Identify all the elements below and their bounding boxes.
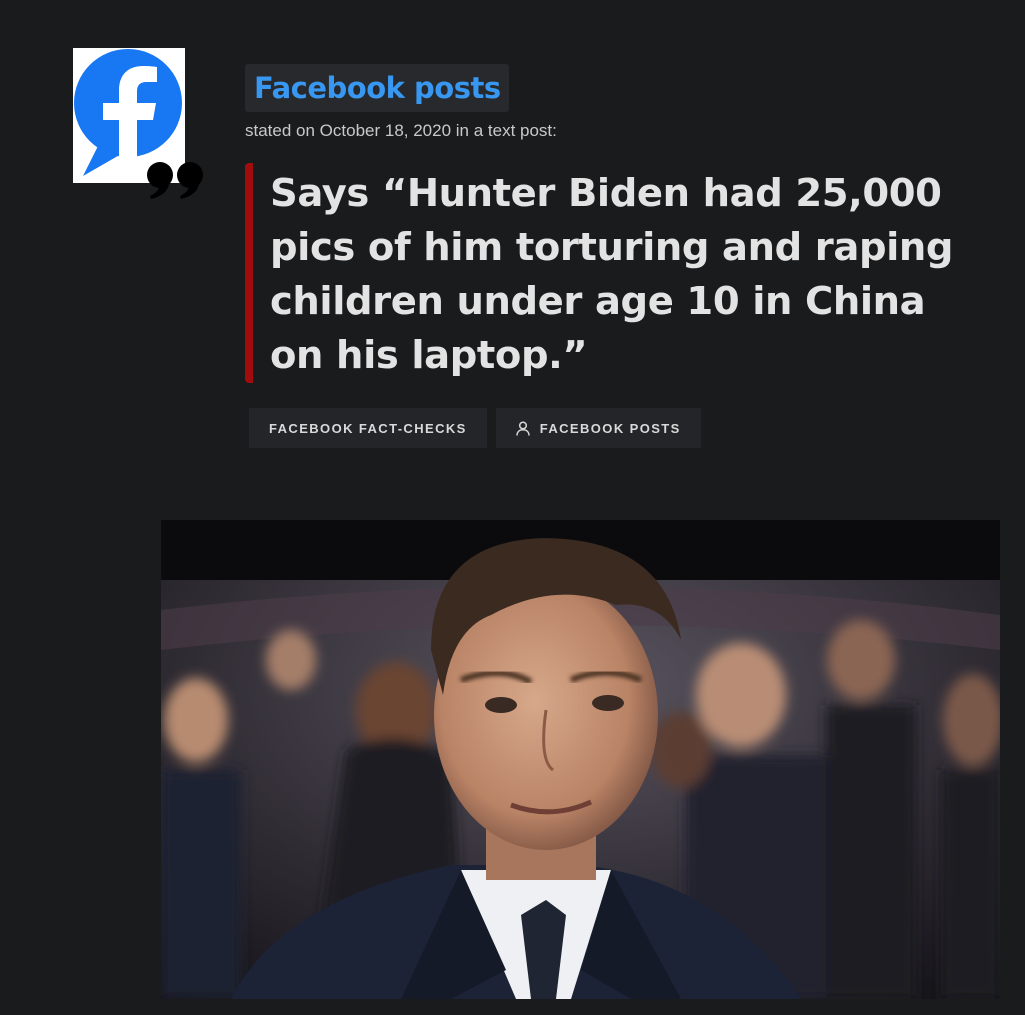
speaker-name-link[interactable]: Facebook posts bbox=[254, 71, 501, 105]
person-icon bbox=[515, 420, 530, 436]
quotation-mark-icon bbox=[145, 160, 207, 200]
tag-facebook-posts[interactable]: FACEBOOK POSTS bbox=[495, 408, 701, 448]
photo-illustration bbox=[161, 520, 1000, 999]
speaker-name-badge: Facebook posts bbox=[245, 64, 509, 112]
tag-facebook-fact-checks[interactable]: FACEBOOK FACT-CHECKS bbox=[249, 408, 487, 448]
statement-text: Says “Hunter Biden had 25,000 pics of hi… bbox=[270, 171, 954, 378]
statement-quote: Says “Hunter Biden had 25,000 pics of hi… bbox=[245, 163, 985, 383]
tag-label: FACEBOOK POSTS bbox=[539, 420, 681, 436]
tag-label: FACEBOOK FACT-CHECKS bbox=[269, 420, 467, 436]
fact-check-page: Facebook posts stated on October 18, 202… bbox=[0, 0, 1025, 1015]
tag-list: FACEBOOK FACT-CHECKS FACEBOOK POSTS bbox=[249, 408, 701, 448]
stated-date-line: stated on October 18, 2020 in a text pos… bbox=[245, 121, 557, 140]
featured-photo bbox=[161, 520, 1000, 999]
